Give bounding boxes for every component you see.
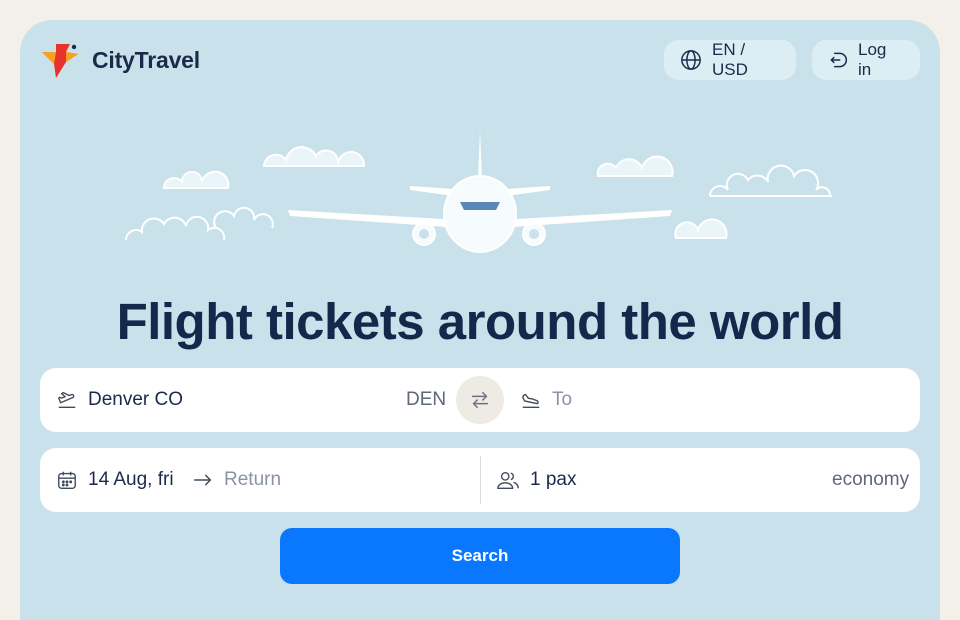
passengers-field[interactable]: 1 pax: [496, 448, 576, 512]
date-passenger-fields: 14 Aug, fri Return 1 pax economy: [40, 448, 920, 512]
search-button[interactable]: Search: [280, 528, 680, 584]
arrow-right-icon: [192, 469, 214, 491]
language-currency-label: EN / USD: [712, 40, 748, 79]
login-label: Log in: [858, 40, 887, 79]
brand-name: CityTravel: [92, 46, 200, 73]
page-headline: Flight tickets around the world: [116, 293, 844, 350]
field-divider: [480, 456, 481, 504]
globe-icon: [680, 49, 702, 71]
passengers-icon: [496, 469, 520, 491]
origin-field[interactable]: Denver CO: [56, 368, 183, 432]
destination-field[interactable]: To: [520, 368, 572, 432]
cabin-class[interactable]: economy: [832, 448, 909, 512]
logo[interactable]: CityTravel: [40, 40, 200, 80]
calendar-icon: [56, 469, 78, 491]
origin-value: Denver CO: [88, 389, 184, 410]
takeoff-icon: [56, 389, 78, 411]
return-placeholder: Return: [224, 469, 282, 490]
airplane-illustration: [125, 130, 832, 253]
main-card: CityTravel EN / USD Log in Flight ticket…: [20, 20, 940, 620]
bird-logo-icon: [40, 40, 84, 80]
origin-code: DEN: [406, 389, 447, 410]
language-currency-button[interactable]: EN / USD: [664, 40, 796, 80]
passengers-value: 1 pax: [530, 469, 577, 490]
login-icon: [828, 50, 848, 70]
depart-date-value: 14 Aug, fri: [88, 469, 174, 490]
return-date-field[interactable]: Return: [192, 448, 281, 512]
swap-icon: [469, 389, 491, 411]
route-fields: Denver CO DEN To: [40, 368, 920, 432]
depart-date-field[interactable]: 14 Aug, fri: [56, 448, 174, 512]
destination-placeholder: To: [552, 389, 573, 410]
login-button[interactable]: Log in: [812, 40, 920, 80]
swap-button[interactable]: [456, 376, 504, 424]
landing-icon: [520, 389, 542, 411]
